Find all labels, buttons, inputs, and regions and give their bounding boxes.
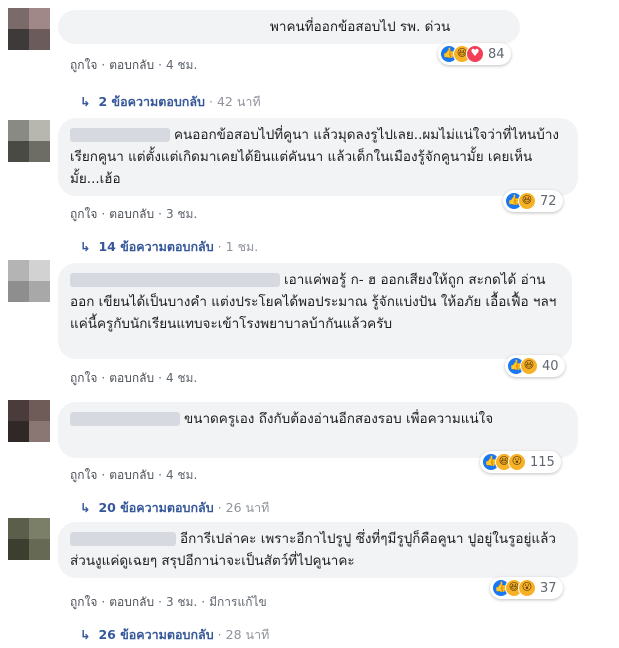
timestamp[interactable]: 3 ชม. xyxy=(166,207,197,221)
reactions-summary[interactable]: 👍 😆 ♥ 84 xyxy=(438,43,511,65)
comment-bubble: พาคนที่ออกข้อสอบไป รพ. ด่วน xyxy=(58,10,520,44)
comment-actions: ถูกใจ · ตอบกลับ · 4 ชม. xyxy=(70,371,198,385)
commenter-name[interactable] xyxy=(70,412,180,426)
avatar[interactable] xyxy=(8,8,50,50)
comment-bubble: คนออกข้อสอบไปที่คูนา แล้วมุดลงรูไปเลย..ผ… xyxy=(58,118,578,196)
avatar[interactable] xyxy=(8,120,50,162)
timestamp[interactable]: 4 ชม. xyxy=(166,58,197,72)
timestamp[interactable]: 4 ชม. xyxy=(166,371,197,385)
comment-actions: ถูกใจ · ตอบกลับ · 3 ชม. · มีการแก้ไข xyxy=(70,595,267,609)
commenter-name[interactable] xyxy=(70,128,170,142)
reaction-count: 37 xyxy=(540,580,557,596)
edited-label: มีการแก้ไข xyxy=(209,595,267,609)
like-link[interactable]: ถูกใจ xyxy=(70,58,97,72)
comment-bubble: อีการีเปล่าคะ เพราะอีกาไปรูปู ซึ่งที่ๆมี… xyxy=(58,522,578,578)
reactions-summary[interactable]: 👍 😆 😮 115 xyxy=(480,451,561,473)
view-replies-link[interactable]: ↳ 26 ข้อความตอบกลับ · 28 นาที xyxy=(80,625,269,645)
view-replies-link[interactable]: ↳ 14 ข้อความตอบกลับ · 1 ชม. xyxy=(80,237,258,257)
avatar[interactable] xyxy=(8,260,50,302)
reactions-summary[interactable]: 👍 😆 40 xyxy=(505,355,565,377)
comment-bubble: เอาแค่พอรู้ ก- ฮ ออกเสียงให้ถูก สะกดได้ … xyxy=(58,263,572,359)
commenter-name[interactable] xyxy=(70,273,280,287)
reaction-count: 115 xyxy=(530,454,555,470)
comment-text: พาคนที่ออกข้อสอบไป รพ. ด่วน xyxy=(270,19,451,35)
comment-text: ขนาดครูเอง ถึงกับต้องอ่านอีกสองรอบ เพื่อ… xyxy=(184,411,494,427)
view-replies-link[interactable]: ↳ 2 ข้อความตอบกลับ · 42 นาที xyxy=(80,92,261,112)
reply-arrow-icon: ↳ xyxy=(80,239,91,254)
like-link[interactable]: ถูกใจ xyxy=(70,371,97,385)
reply-arrow-icon: ↳ xyxy=(80,500,91,515)
haha-icon: 😆 xyxy=(520,357,538,375)
reaction-count: 84 xyxy=(488,46,505,62)
avatar[interactable] xyxy=(8,400,50,442)
wow-icon: 😮 xyxy=(508,453,526,471)
commenter-name[interactable] xyxy=(70,532,176,546)
reply-link[interactable]: ตอบกลับ xyxy=(109,371,154,385)
reaction-count: 40 xyxy=(542,358,559,374)
comment-actions: ถูกใจ · ตอบกลับ · 4 ชม. xyxy=(70,468,198,482)
view-replies-link[interactable]: ↳ 20 ข้อความตอบกลับ · 26 นาที xyxy=(80,498,269,518)
timestamp[interactable]: 3 ชม. xyxy=(166,595,197,609)
wow-icon: 😮 xyxy=(518,579,536,597)
reply-arrow-icon: ↳ xyxy=(80,627,91,642)
comment-actions: ถูกใจ · ตอบกลับ · 3 ชม. xyxy=(70,207,198,221)
reactions-summary[interactable]: 👍 😆 72 xyxy=(503,190,563,212)
like-link[interactable]: ถูกใจ xyxy=(70,468,97,482)
love-icon: ♥ xyxy=(466,45,484,63)
like-link[interactable]: ถูกใจ xyxy=(70,207,97,221)
reaction-count: 72 xyxy=(540,193,557,209)
avatar[interactable] xyxy=(8,518,50,560)
haha-icon: 😆 xyxy=(518,192,536,210)
like-link[interactable]: ถูกใจ xyxy=(70,595,97,609)
timestamp[interactable]: 4 ชม. xyxy=(166,468,197,482)
reply-link[interactable]: ตอบกลับ xyxy=(109,468,154,482)
reply-arrow-icon: ↳ xyxy=(80,94,91,109)
reply-link[interactable]: ตอบกลับ xyxy=(109,58,154,72)
reply-link[interactable]: ตอบกลับ xyxy=(109,207,154,221)
reply-link[interactable]: ตอบกลับ xyxy=(109,595,154,609)
reactions-summary[interactable]: 👍 😆 😮 37 xyxy=(490,577,563,599)
comment-bubble: ขนาดครูเอง ถึงกับต้องอ่านอีกสองรอบ เพื่อ… xyxy=(58,402,578,458)
comment-actions: ถูกใจ · ตอบกลับ · 4 ชม. xyxy=(70,58,198,72)
